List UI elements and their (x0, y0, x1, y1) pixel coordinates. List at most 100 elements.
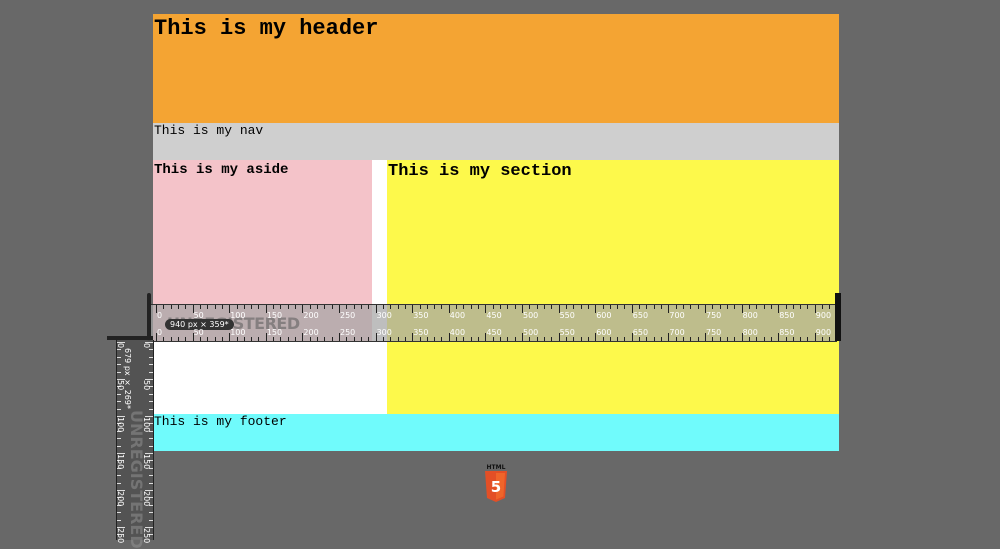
vruler-tick-label: 250 (142, 528, 151, 544)
ruler-tick (236, 337, 238, 341)
ruler-tick (434, 305, 436, 309)
vruler-tick-label: 250 (116, 528, 125, 544)
ruler-tick-label: 700 (669, 328, 685, 337)
ruler-tick (507, 305, 509, 309)
ruler-tick (404, 337, 406, 341)
section-title: This is my section (388, 162, 572, 181)
ruler-tick (529, 305, 531, 309)
vruler-tick (117, 482, 121, 484)
ruler-tick (624, 305, 626, 309)
ruler-tick-label: 800 (742, 328, 758, 337)
ruler-tick (185, 337, 187, 341)
ruler-tick-label: 700 (669, 311, 685, 320)
ruler-tick (829, 305, 831, 309)
ruler-tick (360, 337, 362, 341)
ruler-tick (353, 337, 355, 341)
ruler-tick (199, 305, 201, 309)
ruler-tick (829, 337, 831, 341)
ruler-tick (565, 305, 567, 309)
ruler-tick (258, 337, 260, 341)
ruler-tick (463, 305, 465, 309)
ruler-tick (280, 305, 282, 309)
ruler-tick-label: 0 (157, 311, 163, 320)
ruler-tick (170, 337, 172, 341)
vruler-tick (149, 393, 153, 395)
html5-label: HTML (486, 464, 506, 471)
ruler-tick (170, 305, 172, 309)
ruler-tick (543, 337, 545, 341)
ruler-tick (456, 337, 458, 341)
ruler-tick (756, 305, 758, 309)
page-footer: This is my footer (153, 414, 839, 451)
ruler-tick (785, 337, 787, 341)
vruler-tick-label: 200 (142, 491, 151, 507)
ruler-tick (492, 337, 494, 341)
ruler-tick (295, 305, 297, 309)
ruler-tick-label: 350 (413, 311, 429, 320)
ruler-tick (426, 337, 428, 341)
ruler-tick (331, 305, 333, 309)
vruler-tick (149, 356, 153, 358)
ruler-tick (683, 305, 685, 309)
vruler-top-handle[interactable] (107, 336, 153, 340)
ruler-tick-label: 900 (815, 328, 832, 337)
ruler-tick (602, 305, 604, 309)
ruler-tick (565, 337, 567, 341)
ruler-tick (690, 305, 692, 309)
ruler-tick (368, 305, 370, 309)
ruler-tick-label: 750 (706, 328, 722, 337)
ruler-tick (426, 305, 428, 309)
ruler-tick-label: 850 (779, 328, 795, 337)
ruler-tick (441, 305, 443, 309)
ruler-tick (295, 337, 297, 341)
ruler-tick (419, 305, 421, 309)
ruler-tick (397, 305, 399, 309)
ruler-tick-label: 100 (230, 328, 246, 337)
ruler-tick-label: 450 (486, 311, 502, 320)
ruler-tick (770, 305, 772, 309)
ruler-tick (624, 337, 626, 341)
page-header: This is my header (153, 14, 839, 123)
ruler-tick (573, 305, 575, 309)
ruler-tick (390, 337, 392, 341)
ruler-tick (800, 305, 802, 309)
ruler-tick (397, 337, 399, 341)
vruler-tick (117, 371, 121, 373)
ruler-tick (360, 305, 362, 309)
ruler-tick (719, 337, 721, 341)
footer-text: This is my footer (154, 414, 287, 429)
vruler-tick (149, 349, 153, 351)
ruler-tick (529, 337, 531, 341)
ruler-right-handle[interactable] (835, 293, 841, 341)
html5-number: 5 (491, 478, 501, 496)
nav-text: This is my nav (154, 123, 264, 138)
ruler-tick (346, 337, 348, 341)
ruler-tick (822, 337, 824, 341)
ruler-tick (734, 337, 736, 341)
vruler-tick (117, 438, 121, 440)
ruler-tick (639, 337, 641, 341)
ruler-tick (500, 337, 502, 341)
ruler-tick (580, 305, 582, 309)
vruler-tick (117, 475, 121, 477)
ruler-tick-label: 400 (449, 328, 466, 337)
ruler-tick (646, 305, 648, 309)
ruler-left-handle[interactable] (147, 293, 151, 341)
ruler-tick (807, 337, 809, 341)
ruler-tick (792, 305, 794, 309)
ruler-tick (177, 305, 179, 309)
vertical-ruler[interactable]: 679 px × 269* UNREGISTERED 0 0 50 50 100 100 1… (107, 336, 154, 549)
ruler-tick (726, 337, 728, 341)
vruler-tick (117, 349, 121, 351)
horizontal-ruler[interactable]: UNREGISTERED 940 px × 359* 0050501001001… (147, 293, 841, 342)
ruler-tick (214, 337, 216, 341)
vruler-tick (149, 475, 153, 477)
ruler-tick (807, 305, 809, 309)
ruler-tick-label: 600 (596, 328, 612, 337)
vruler-tick-label: 50 (116, 380, 125, 391)
ruler-tick-label: 50 (193, 311, 204, 320)
ruler-tick (514, 305, 516, 309)
ruler-tick (199, 337, 201, 341)
ruler-tick (236, 305, 238, 309)
ruler-tick (207, 305, 209, 309)
